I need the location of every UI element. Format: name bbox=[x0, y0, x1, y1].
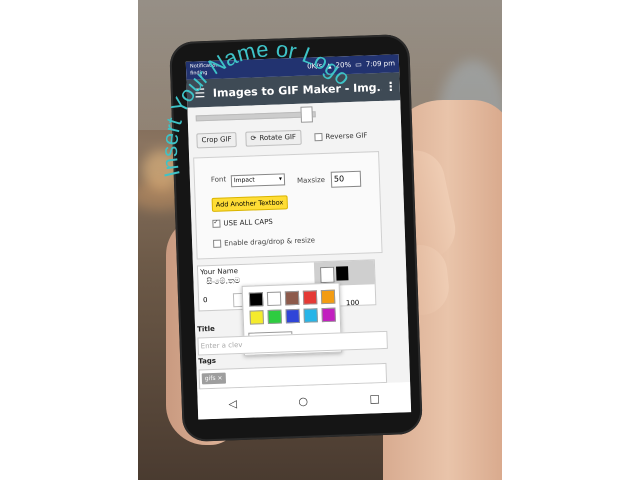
right-value[interactable]: 100 bbox=[346, 299, 360, 307]
title-label: Title bbox=[196, 324, 215, 334]
watermark-path: Insert Your Name or Logo to GIF bbox=[120, 0, 356, 179]
watermark-text: Insert Your Name or Logo to GIF bbox=[120, 0, 356, 179]
fill-color-swatch[interactable] bbox=[336, 266, 349, 281]
recents-icon[interactable]: □ bbox=[369, 392, 380, 405]
title-input[interactable]: Enter a clev bbox=[197, 330, 388, 356]
color-swatch[interactable] bbox=[248, 292, 264, 307]
watermark-label: Insert Your Name or Logo to GIF bbox=[120, 0, 356, 179]
home-icon[interactable]: ○ bbox=[298, 394, 308, 407]
back-icon[interactable]: ◁ bbox=[228, 397, 237, 410]
left-value[interactable]: 0 bbox=[203, 296, 208, 304]
color-swatch[interactable] bbox=[266, 291, 282, 307]
color-swatch[interactable] bbox=[303, 308, 318, 323]
tag-chip[interactable]: gifs × bbox=[201, 372, 226, 385]
text-item-value[interactable]: සිංමේ.තම bbox=[206, 276, 240, 287]
color-swatch[interactable] bbox=[284, 290, 300, 306]
nav-bar: ◁ ○ □ bbox=[197, 382, 412, 420]
color-swatch[interactable] bbox=[320, 289, 336, 305]
color-swatch[interactable] bbox=[302, 290, 318, 305]
text-item-label: Your Name bbox=[200, 267, 239, 277]
more-vert-icon[interactable]: ⋮ bbox=[382, 79, 400, 94]
stroke-color-swatch[interactable] bbox=[320, 266, 335, 284]
color-swatch[interactable] bbox=[267, 309, 282, 325]
tags-label: Tags bbox=[198, 356, 217, 366]
color-swatch[interactable] bbox=[249, 310, 264, 325]
color-swatch[interactable] bbox=[285, 308, 300, 324]
color-swatch[interactable] bbox=[321, 307, 336, 323]
